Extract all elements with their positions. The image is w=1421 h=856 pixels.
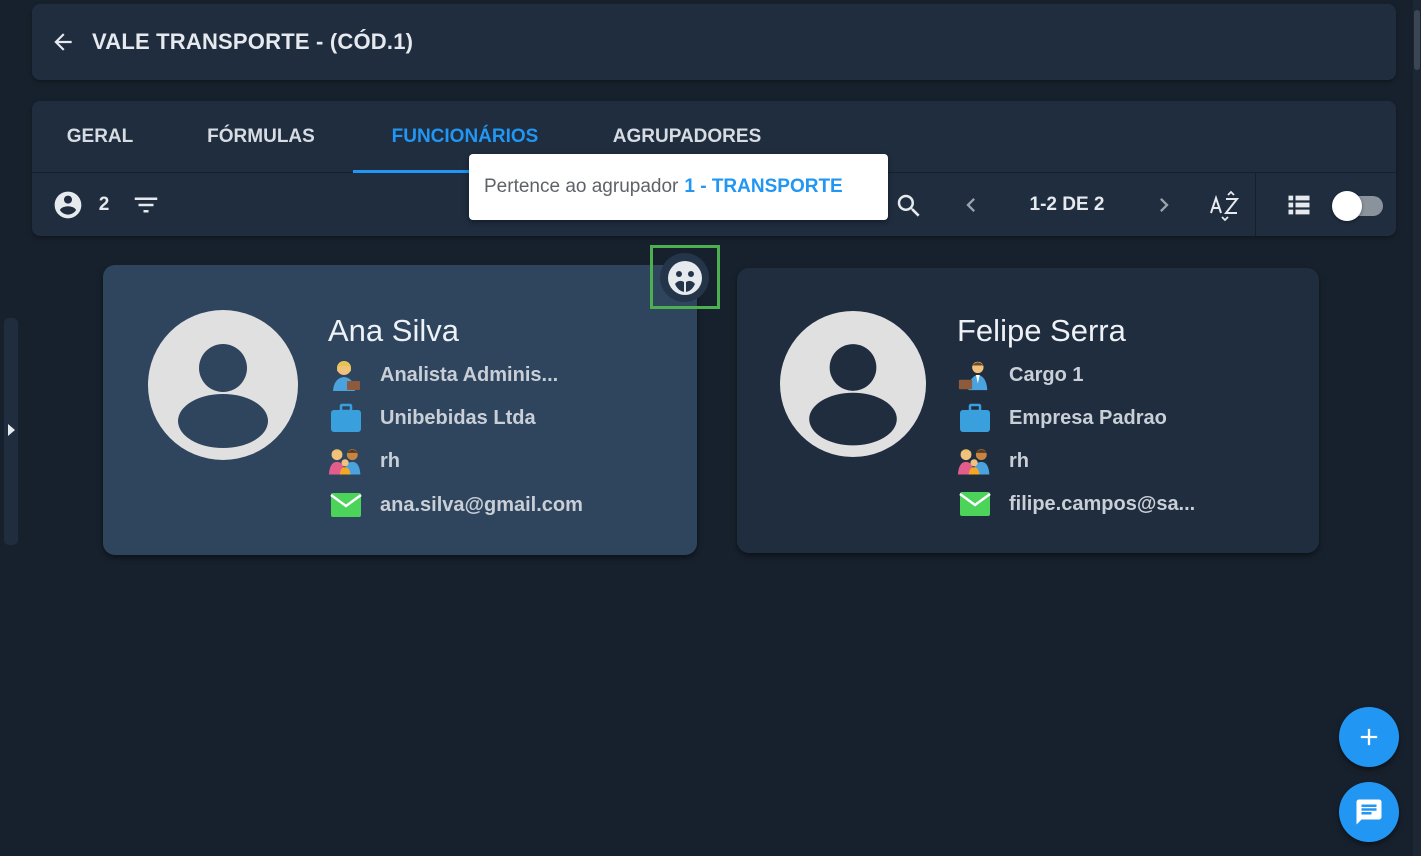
employee-email-row: ana.silva@gmail.com xyxy=(328,487,583,523)
filter-icon xyxy=(134,197,158,213)
view-mode-toggle[interactable] xyxy=(1332,191,1383,221)
side-drawer-handle[interactable] xyxy=(4,318,18,545)
briefcase-icon xyxy=(328,400,364,436)
next-page-button[interactable] xyxy=(1149,190,1179,220)
team-icon xyxy=(328,443,364,479)
list-view-button[interactable] xyxy=(1283,190,1315,220)
employee-email: filipe.campos@sa... xyxy=(1009,492,1196,515)
sort-az-icon xyxy=(1210,190,1240,222)
page-title: VALE TRANSPORTE - (CÓD.1) xyxy=(92,29,414,54)
chat-icon xyxy=(1356,799,1382,825)
employee-email: ana.silva@gmail.com xyxy=(380,493,583,516)
employee-company: Empresa Padrao xyxy=(1009,406,1167,429)
office-worker-icon xyxy=(957,357,993,393)
filter-button[interactable] xyxy=(130,189,162,221)
employee-department-row: rh xyxy=(328,443,400,479)
employee-count: 2 xyxy=(98,194,110,215)
employee-company-row: Unibebidas Ltda xyxy=(328,400,536,436)
employee-role: Cargo 1 xyxy=(1009,363,1084,386)
employee-department: rh xyxy=(1009,449,1029,472)
person-icon xyxy=(178,344,268,448)
employee-role: Analista Adminis... xyxy=(380,363,559,386)
search-icon xyxy=(897,194,920,217)
group-badge-button[interactable] xyxy=(660,253,709,302)
tab-formulas[interactable]: FÓRMULAS xyxy=(180,101,342,173)
employee-card[interactable]: Ana Silva Analista Adminis... Unibebidas… xyxy=(103,265,697,555)
employee-count-icon xyxy=(52,189,84,221)
chevron-left-icon xyxy=(966,198,975,212)
avatar xyxy=(148,310,298,460)
plus-icon xyxy=(1360,728,1378,746)
employee-company: Unibebidas Ltda xyxy=(380,406,536,429)
employee-name: Ana Silva xyxy=(328,313,459,348)
employee-email-row: filipe.campos@sa... xyxy=(957,486,1195,522)
avatar xyxy=(780,311,926,457)
chevron-right-icon xyxy=(1160,198,1169,212)
tooltip-text: Pertence ao agrupador xyxy=(484,176,679,197)
toggle-knob xyxy=(1332,191,1362,221)
employee-department-row: rh xyxy=(957,443,1029,479)
email-icon xyxy=(328,487,364,523)
tooltip-group-name: 1 - TRANSPORTE xyxy=(684,176,843,197)
employee-company-row: Empresa Padrao xyxy=(957,400,1167,436)
person-icon xyxy=(809,344,897,446)
employee-role-row: Analista Adminis... xyxy=(328,357,558,393)
tab-geral[interactable]: GERAL xyxy=(32,101,168,173)
office-worker-icon xyxy=(328,357,364,393)
page-header: VALE TRANSPORTE - (CÓD.1) xyxy=(32,4,1396,80)
back-button[interactable] xyxy=(48,27,78,57)
scrollbar[interactable] xyxy=(1413,0,1421,856)
search-button[interactable] xyxy=(892,189,926,223)
group-face-icon xyxy=(667,260,702,295)
employee-name: Felipe Serra xyxy=(957,313,1126,348)
briefcase-icon xyxy=(957,400,993,436)
sort-alpha-button[interactable] xyxy=(1207,189,1243,223)
employee-role-row: Cargo 1 xyxy=(957,357,1083,393)
group-tooltip: Pertence ao agrupador 1 - TRANSPORTE xyxy=(469,154,888,220)
caret-right-icon xyxy=(8,424,15,436)
toolbar-divider xyxy=(1255,173,1256,236)
arrow-left-icon xyxy=(54,33,72,51)
employee-card[interactable]: Felipe Serra Cargo 1 Empresa Padrao rh f… xyxy=(737,268,1319,553)
scrollbar-thumb[interactable] xyxy=(1414,10,1420,70)
employee-department: rh xyxy=(380,449,400,472)
previous-page-button[interactable] xyxy=(956,190,986,220)
chat-button[interactable] xyxy=(1339,782,1399,842)
pagination-label: 1-2 DE 2 xyxy=(1029,194,1105,215)
email-icon xyxy=(957,486,993,522)
team-icon xyxy=(957,443,993,479)
add-employee-button[interactable] xyxy=(1339,707,1399,767)
list-view-icon xyxy=(1288,195,1310,215)
